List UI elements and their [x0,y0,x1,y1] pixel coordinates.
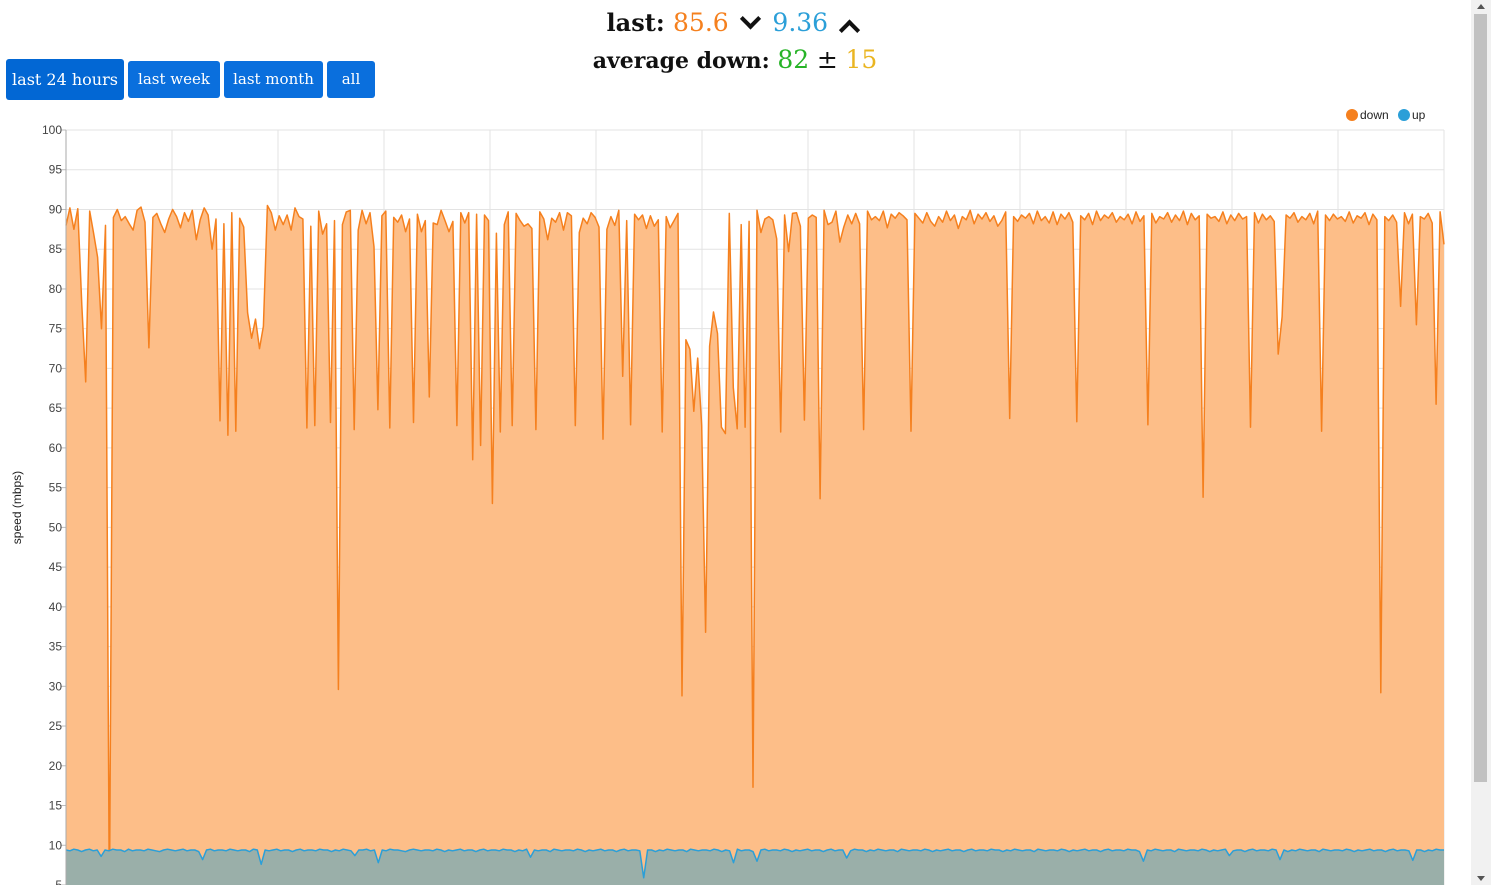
all-button[interactable]: all [327,61,375,98]
y-tick-label: 85 [49,242,63,256]
scroll-down-arrow[interactable] [1477,876,1485,881]
y-tick-label: 15 [49,799,63,813]
y-tick-label: 35 [49,640,63,654]
average-std: 15 [845,45,878,74]
y-tick-label: 10 [49,838,63,852]
y-tick-label: 30 [49,679,63,693]
last-24-hours-button[interactable]: last 24 hours [6,59,124,100]
plus-minus: ± [816,45,838,74]
chevron-up-icon [839,19,861,41]
scroll-up-arrow[interactable] [1477,4,1485,9]
y-tick-label: 70 [49,361,63,375]
last-week-button[interactable]: last week [128,61,220,98]
y-tick-label: 45 [49,560,63,574]
y-tick-label: 55 [49,481,63,495]
y-tick-label: 65 [49,401,63,415]
last-down-value: 85.6 [673,8,729,37]
y-tick-label: 100 [42,123,62,137]
y-tick-label: 80 [49,282,63,296]
last-up-value: 9.36 [772,8,829,37]
y-tick-label: 20 [49,759,63,773]
chevron-down-icon [739,8,762,30]
y-tick-label: 75 [49,322,63,336]
y-tick-label: 60 [49,441,63,455]
y-tick-label: 95 [49,163,63,177]
last-month-button[interactable]: last month [224,61,323,98]
y-tick-label: 40 [49,600,63,614]
average-value: 82 [777,45,810,74]
y-tick-label: 5 [55,878,62,885]
y-tick-label: 25 [49,719,63,733]
y-tick-label: 50 [49,520,63,534]
y-axis-label: speed (mbps) [10,471,24,544]
legend-swatch-up [1398,109,1410,121]
legend-label-down: down [1360,108,1389,122]
last-speeds: last: 85.6 9.36 [0,6,1470,41]
average-down: average down: 82 ± 15 [592,45,878,74]
y-tick-label: 90 [49,202,63,216]
average-label: average down [592,48,762,74]
speed-chart: 5 10 15 20 25 30 35 40 45 50 55 60 65 70 75 80 85 90 95 100… [10,108,1445,885]
last-label: last [606,8,656,37]
legend-swatch-down [1346,109,1358,121]
scroll-thumb[interactable] [1474,14,1487,782]
legend-label-up: up [1412,108,1426,122]
scrollbar[interactable] [1471,0,1491,885]
